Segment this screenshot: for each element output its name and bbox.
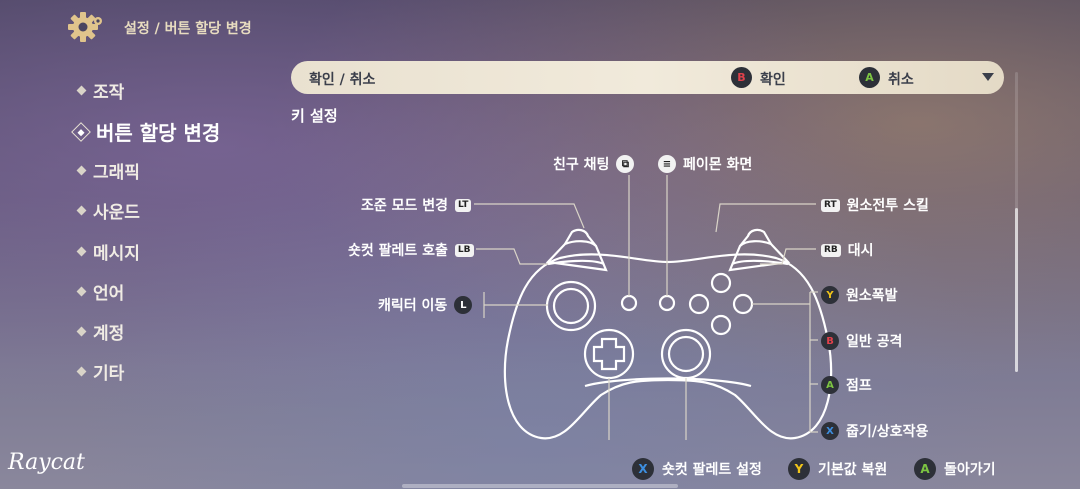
mapping-label: 조준 모드 변경 [361,198,449,214]
diamond-bullet-icon [76,326,87,337]
gear-icon [68,12,102,42]
mapping-label: 점프 [846,378,872,394]
sidebar-item-label: 기타 [93,364,125,384]
normal-attack-mapping[interactable]: B 일반 공격 [821,331,902,351]
sidebar-item-other[interactable]: 기타 [76,359,125,384]
lt-trigger-icon: LT [455,198,472,212]
confirm-label: 확인 [760,72,786,88]
mapping-label: 숏컷 팔레트 호출 [348,243,448,259]
watermark-logo: Raycat [8,450,85,475]
mapping-label: 일반 공격 [846,334,903,350]
lb-bumper-icon: LB [454,243,474,257]
shortcut-wheel-settings-button[interactable]: X 숏컷 팔레트 설정 [632,458,762,480]
aim-mode-mapping[interactable]: 조준 모드 변경 LT [361,195,472,215]
x-button-icon: X [632,458,654,480]
jump-mapping[interactable]: A 점프 [821,375,872,395]
elemental-burst-mapping[interactable]: Y 원소폭발 [821,285,898,305]
confirm-cancel-preset-dropdown[interactable]: 확인 / 취소 B 확인 A 취소 [291,61,1004,94]
diamond-bullet-icon [76,286,87,297]
sidebar-item-label: 언어 [93,284,125,304]
b-button-icon: B [821,332,839,350]
selected-diamond-icon [71,121,91,142]
a-button-icon: A [914,458,936,480]
a-button-icon: A [821,376,839,394]
horizontal-scrollbar[interactable] [402,484,678,488]
rb-bumper-icon: RB [821,243,841,257]
sidebar-item-messages[interactable]: 메시지 [76,239,140,264]
diamond-bullet-icon [76,165,87,176]
right-trigger [739,228,772,247]
left-trigger [564,228,597,247]
chevron-down-icon[interactable] [982,73,994,81]
view-button [620,294,638,312]
left-stick-icon: L [454,296,473,314]
elemental-skill-mapping[interactable]: RT 원소전투 스킬 [821,195,929,215]
sidebar-item-language[interactable]: 언어 [76,279,125,304]
dpad-ring [583,328,635,380]
sidebar-item-account[interactable]: 계정 [76,319,125,344]
x-button-icon: X [821,422,839,440]
preset-label: 확인 / 취소 [309,72,376,88]
mapping-label: 페이몬 화면 [683,157,753,173]
page-breadcrumb: 설정 / 버튼 할당 변경 [124,21,252,37]
sidebar-item-label: 사운드 [93,203,140,223]
face-button-x [688,293,710,315]
left-bumper [545,240,608,272]
right-stick [660,328,712,380]
menu-button-icon: ≡ [658,155,676,173]
hint-label: 돌아가기 [944,462,996,478]
face-button-a [710,314,732,336]
mapping-label: 원소전투 스킬 [846,198,929,214]
hint-label: 숏컷 팔레트 설정 [662,462,762,478]
section-title: 키 설정 [291,107,338,125]
cancel-label: 취소 [888,72,914,88]
diamond-bullet-icon [76,205,87,216]
rt-trigger-icon: RT [821,198,840,212]
restore-defaults-button[interactable]: Y 기본값 복원 [788,458,887,480]
left-stick [545,280,597,332]
right-bumper [728,240,791,272]
shortcut-wheel-mapping[interactable]: 숏컷 팔레트 호출 LB [348,240,474,260]
friend-chat-mapping[interactable]: 친구 채팅 ⧉ [553,154,635,174]
face-button-y [710,272,732,294]
scrollbar-thumb[interactable] [1015,208,1018,372]
sidebar-item-label: 메시지 [93,244,140,264]
sidebar-item-button-mapping[interactable]: 버튼 할당 변경 [71,117,221,146]
sidebar-item-label: 버튼 할당 변경 [96,121,221,145]
mapping-label: 줍기/상호작용 [846,424,929,440]
dpad [592,337,626,371]
mapping-label: 대시 [847,243,874,259]
hint-label: 기본값 복원 [818,462,888,478]
sidebar-item-controls[interactable]: 조작 [76,78,125,103]
sidebar-item-label: 조작 [93,83,125,103]
mapping-label: 원소폭발 [846,288,898,304]
face-button-b [732,293,754,315]
a-button-icon: A [859,67,880,88]
diamond-bullet-icon [76,366,87,377]
dash-mapping[interactable]: RB 대시 [821,240,874,260]
sidebar-item-label: 그래픽 [93,163,140,183]
y-button-icon: Y [821,286,839,304]
sidebar-item-label: 계정 [93,324,125,344]
diamond-bullet-icon [76,85,87,96]
mapping-label: 친구 채팅 [553,157,610,173]
view-button-icon: ⧉ [616,155,635,173]
mapping-label: 캐릭터 이동 [378,298,448,314]
back-button[interactable]: A 돌아가기 [914,458,996,480]
interact-mapping[interactable]: X 줍기/상호작용 [821,421,928,441]
character-move-mapping[interactable]: 캐릭터 이동 L [378,295,473,315]
menu-button [658,294,676,312]
b-button-icon: B [731,67,752,88]
controller-body [503,253,833,440]
y-button-icon: Y [788,458,810,480]
sidebar-item-graphics[interactable]: 그래픽 [76,158,140,183]
sidebar-item-sound[interactable]: 사운드 [76,198,140,223]
diamond-bullet-icon [76,246,87,257]
paimon-menu-mapping[interactable]: ≡ 페이몬 화면 [658,154,752,174]
